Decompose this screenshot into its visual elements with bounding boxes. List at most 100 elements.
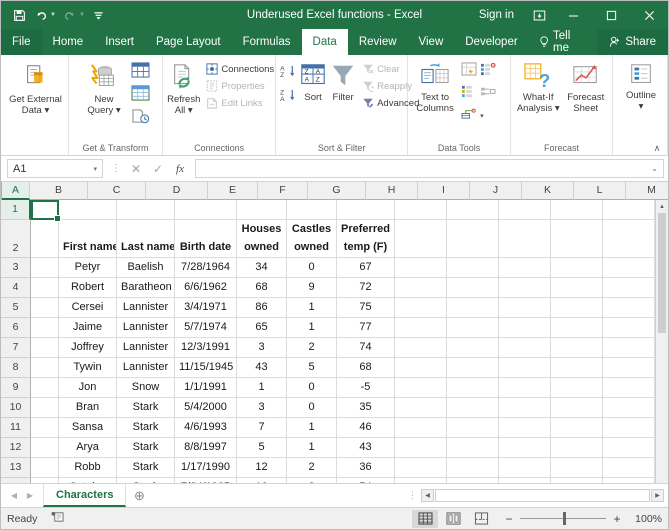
cell-J10[interactable] — [499, 398, 551, 418]
cell-B14[interactable]: Catelyn — [59, 478, 117, 483]
tab-file[interactable]: File — [1, 29, 42, 55]
cell-A3[interactable] — [31, 258, 59, 278]
cell-E4[interactable]: 68 — [237, 278, 287, 298]
customize-qat-icon[interactable] — [89, 5, 109, 25]
tab-formulas[interactable]: Formulas — [232, 29, 302, 55]
sheet-tab-characters[interactable]: Characters — [43, 484, 127, 507]
cell-E10[interactable]: 3 — [237, 398, 287, 418]
column-header-K[interactable]: K — [522, 182, 574, 200]
cell-H13[interactable] — [395, 458, 447, 478]
cell-I13[interactable] — [447, 458, 499, 478]
row-header-7[interactable]: 7 — [1, 338, 31, 358]
cell-E5[interactable]: 86 — [237, 298, 287, 318]
cell-L7[interactable] — [603, 338, 655, 358]
cell-C3[interactable]: Baelish — [117, 258, 175, 278]
cell-I11[interactable] — [447, 418, 499, 438]
cell-A2[interactable] — [31, 220, 59, 258]
cell-J6[interactable] — [499, 318, 551, 338]
row-header-3[interactable]: 3 — [1, 258, 31, 278]
cell-A14[interactable] — [31, 478, 59, 483]
cell-D6[interactable]: 5/7/1974 — [175, 318, 237, 338]
cell-I5[interactable] — [447, 298, 499, 318]
forecast-sheet-button[interactable]: Forecast Sheet — [563, 59, 608, 114]
cell-K8[interactable] — [551, 358, 603, 378]
cell-D1[interactable] — [175, 200, 237, 220]
row-header-12[interactable]: 12 — [1, 438, 31, 458]
cell-G11[interactable]: 46 — [337, 418, 395, 438]
cell-B7[interactable]: Joffrey — [59, 338, 117, 358]
cell-A10[interactable] — [31, 398, 59, 418]
cell-K14[interactable] — [551, 478, 603, 483]
cell-H2[interactable] — [395, 220, 447, 258]
column-header-L[interactable]: L — [574, 182, 626, 200]
cell-G10[interactable]: 35 — [337, 398, 395, 418]
cell-E1[interactable] — [237, 200, 287, 220]
cell-J1[interactable] — [499, 200, 551, 220]
vertical-scroll-thumb[interactable] — [658, 213, 666, 333]
collapse-ribbon-button[interactable]: ∧ — [650, 141, 664, 155]
cell-E3[interactable]: 34 — [237, 258, 287, 278]
undo-icon[interactable] — [31, 5, 51, 25]
cell-I2[interactable] — [447, 220, 499, 258]
cell-B9[interactable]: Jon — [59, 378, 117, 398]
close-button[interactable] — [630, 1, 668, 29]
outline-button[interactable]: Outline ▾ — [619, 59, 663, 112]
cell-G12[interactable]: 43 — [337, 438, 395, 458]
sort-ascending-icon[interactable]: AZ — [280, 64, 297, 84]
tell-me-box[interactable]: Tell me — [529, 29, 598, 55]
cell-C13[interactable]: Stark — [117, 458, 175, 478]
cell-G1[interactable] — [337, 200, 395, 220]
cell-L1[interactable] — [603, 200, 655, 220]
cell-D7[interactable]: 12/3/1991 — [175, 338, 237, 358]
cell-L5[interactable] — [603, 298, 655, 318]
column-header-D[interactable]: D — [146, 182, 208, 200]
cell-H5[interactable] — [395, 298, 447, 318]
cell-G9[interactable]: -5 — [337, 378, 395, 398]
cell-F12[interactable]: 1 — [287, 438, 337, 458]
cell-G14[interactable]: 54 — [337, 478, 395, 483]
cell-J14[interactable] — [499, 478, 551, 483]
cell-I6[interactable] — [447, 318, 499, 338]
row-header-4[interactable]: 4 — [1, 278, 31, 298]
expand-formula-bar-icon[interactable]: ⌄ — [651, 164, 658, 173]
cell-H12[interactable] — [395, 438, 447, 458]
cell-K11[interactable] — [551, 418, 603, 438]
sign-in-button[interactable]: Sign in — [469, 9, 524, 21]
cell-B1[interactable] — [59, 200, 117, 220]
cell-L12[interactable] — [603, 438, 655, 458]
cell-F1[interactable] — [287, 200, 337, 220]
cell-L10[interactable] — [603, 398, 655, 418]
cell-J12[interactable] — [499, 438, 551, 458]
cell-C12[interactable]: Stark — [117, 438, 175, 458]
cell-H6[interactable] — [395, 318, 447, 338]
name-box[interactable]: A1 ▾ — [7, 159, 103, 178]
tab-insert[interactable]: Insert — [94, 29, 145, 55]
horizontal-scroll-track[interactable] — [435, 489, 650, 502]
cell-I9[interactable] — [447, 378, 499, 398]
cell-K2[interactable] — [551, 220, 603, 258]
cell-D2[interactable]: Birth date — [175, 220, 237, 258]
cell-L11[interactable] — [603, 418, 655, 438]
column-header-E[interactable]: E — [208, 182, 258, 200]
what-if-analysis-button[interactable]: ? What-If Analysis ▾ — [515, 59, 561, 114]
cell-L8[interactable] — [603, 358, 655, 378]
cell-D9[interactable]: 1/1/1991 — [175, 378, 237, 398]
column-header-C[interactable]: C — [88, 182, 146, 200]
cell-G3[interactable]: 67 — [337, 258, 395, 278]
cell-A12[interactable] — [31, 438, 59, 458]
cell-G2[interactable]: Preferred temp (F) — [337, 220, 395, 258]
column-header-I[interactable]: I — [418, 182, 470, 200]
minimize-button[interactable] — [554, 1, 592, 29]
cell-J13[interactable] — [499, 458, 551, 478]
cell-K5[interactable] — [551, 298, 603, 318]
cell-D10[interactable]: 5/4/2000 — [175, 398, 237, 418]
cell-A9[interactable] — [31, 378, 59, 398]
scroll-left-button[interactable]: ◀ — [421, 489, 434, 502]
tab-page-layout[interactable]: Page Layout — [145, 29, 232, 55]
cell-H11[interactable] — [395, 418, 447, 438]
cell-I1[interactable] — [447, 200, 499, 220]
cell-C9[interactable]: Snow — [117, 378, 175, 398]
relationships-icon[interactable] — [461, 106, 477, 125]
insert-function-button[interactable]: fx — [169, 159, 191, 179]
recent-sources-icon[interactable] — [131, 108, 150, 129]
